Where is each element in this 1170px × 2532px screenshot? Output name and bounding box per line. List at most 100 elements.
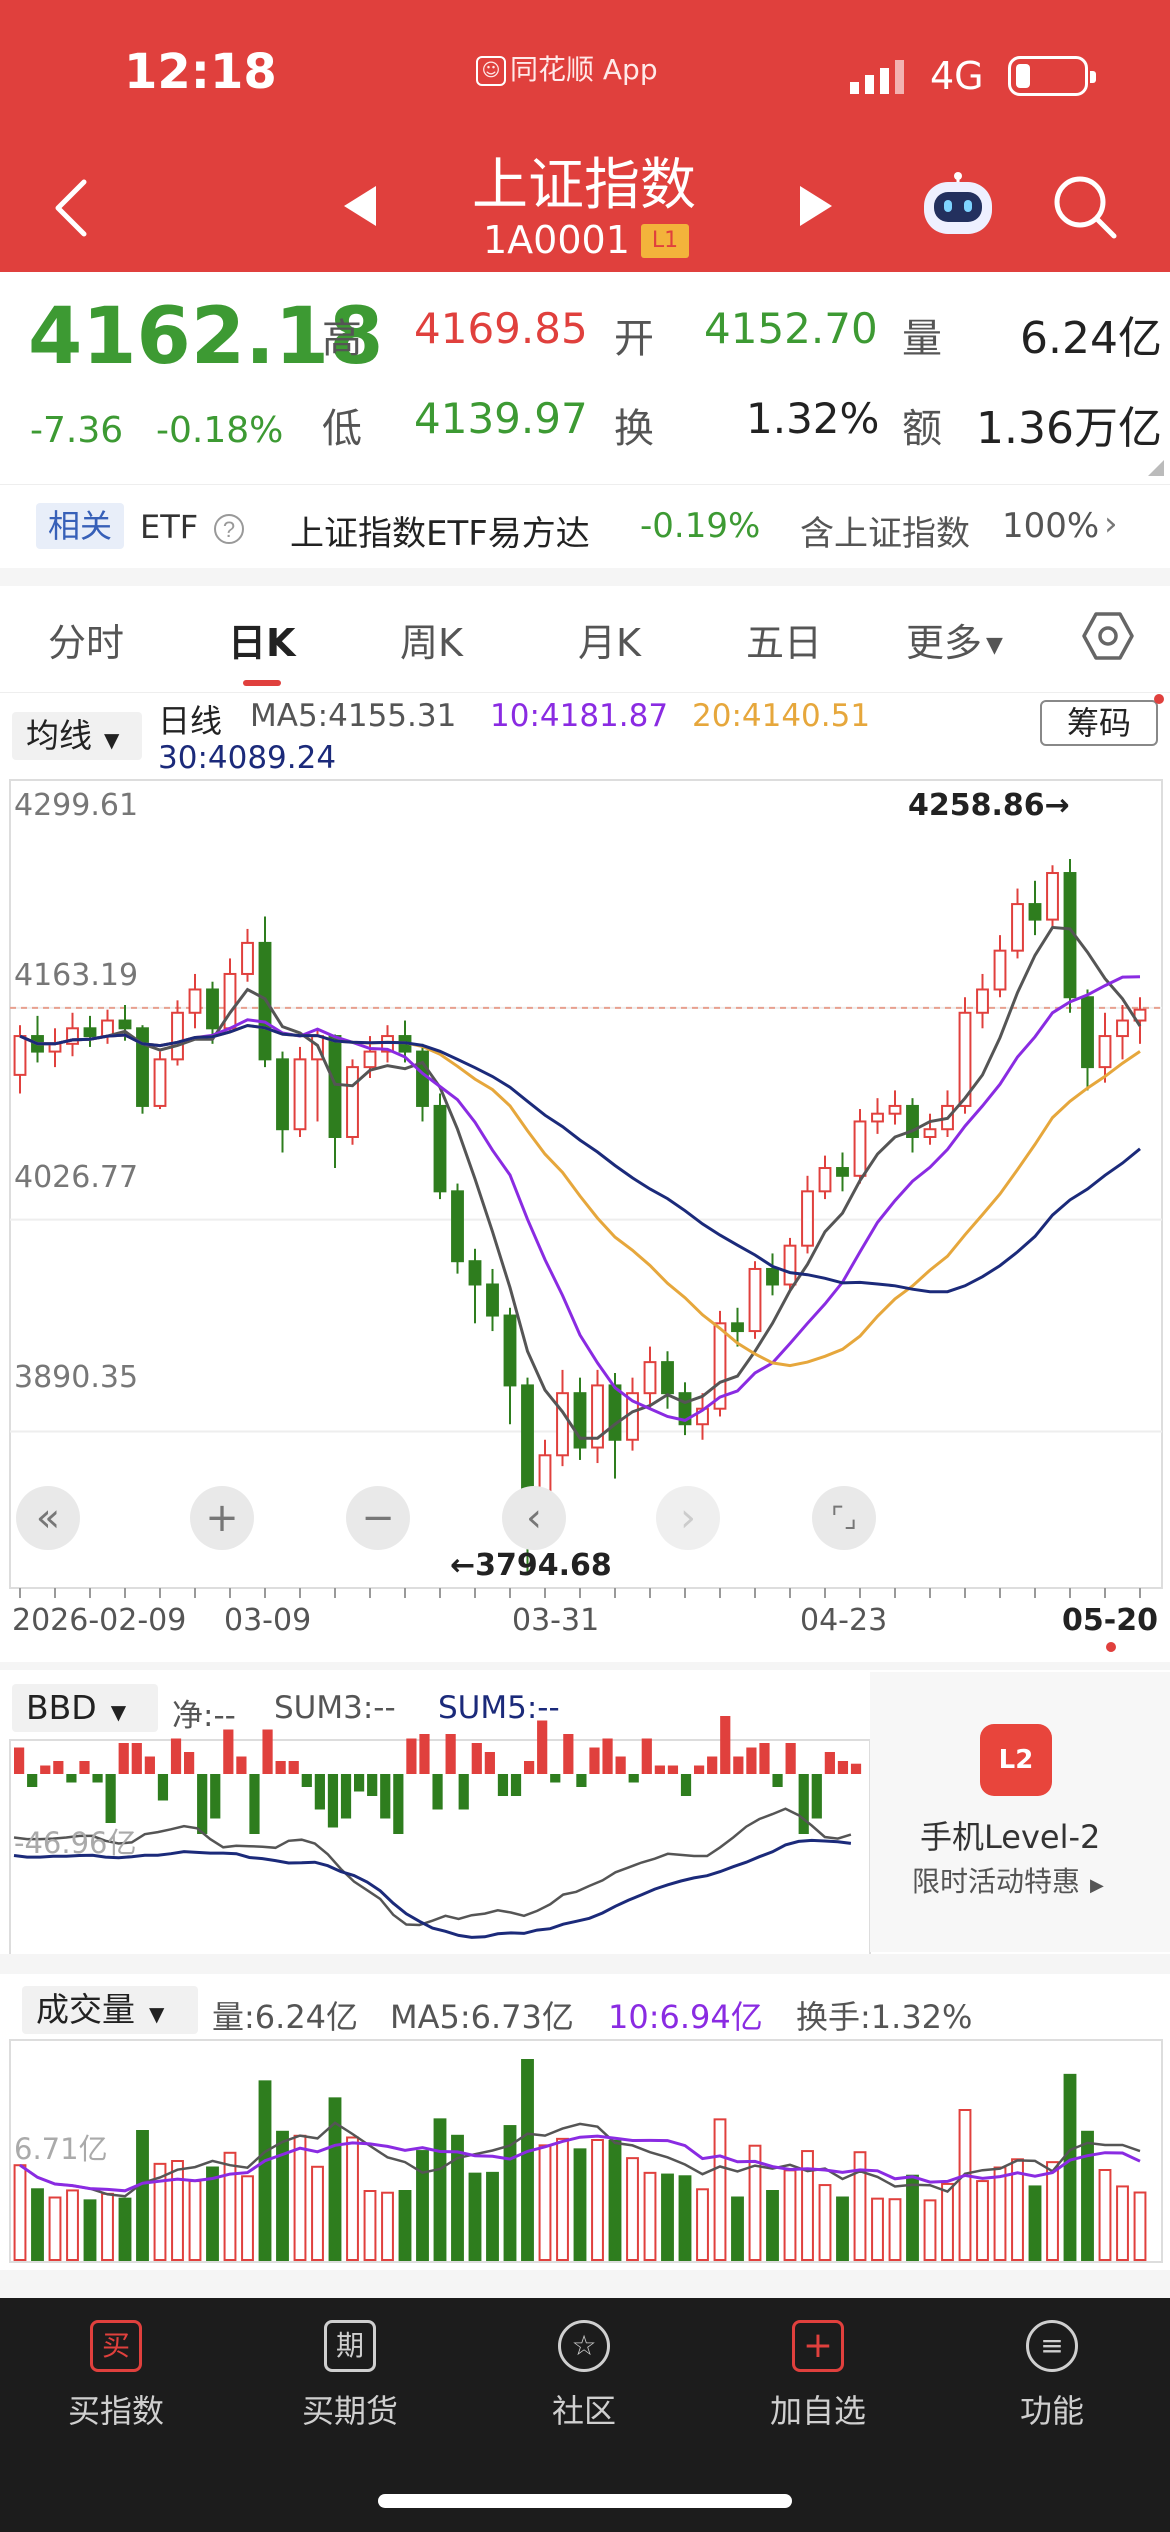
tabs-bottom-border xyxy=(0,692,1170,693)
related-tag: 相关 xyxy=(36,503,124,549)
bbd-bar-up xyxy=(40,1765,51,1774)
bbd-bar-up xyxy=(406,1738,417,1774)
scroll-right-button[interactable]: › xyxy=(656,1486,720,1550)
volume-bar-up xyxy=(818,2184,832,2261)
volume-bar-up xyxy=(188,2180,202,2261)
bbd-bar-down xyxy=(772,1774,783,1787)
volume-select[interactable]: 成交量 ▼ xyxy=(22,1986,198,2034)
chevron-right-icon[interactable]: › xyxy=(1104,504,1118,544)
candlestick-chart[interactable] xyxy=(0,779,1170,1600)
bbd-select[interactable]: BBD ▼ xyxy=(12,1684,158,1732)
candle-down xyxy=(468,1260,482,1286)
bbd-bar-down xyxy=(314,1774,325,1810)
scroll-left-button[interactable]: ‹ xyxy=(502,1486,566,1550)
page-title: 上证指数 xyxy=(472,153,696,218)
candle-up xyxy=(153,1058,167,1107)
indicator-select[interactable]: 均线 ▼ xyxy=(12,712,142,760)
bbd-bar-down xyxy=(510,1774,522,1796)
nav-label: 社区 xyxy=(551,2392,616,2430)
price-change: -7.36 xyxy=(30,410,124,451)
level2-subtitle-text: 限时活动特惠 xyxy=(912,1865,1081,1898)
app-header: 12:18 ☺ 同花顺 App 4G 上证指数 1A0001 L1 xyxy=(0,0,1170,272)
candle-up xyxy=(818,1167,832,1193)
bbd-bar-up xyxy=(445,1734,456,1774)
settings-icon[interactable] xyxy=(1082,610,1134,662)
caret-down-icon: ▼ xyxy=(149,2002,165,2026)
x-axis-label: 04-23 xyxy=(800,1603,888,1638)
next-stock-icon[interactable] xyxy=(800,186,832,226)
volume-value-label: 量:6.24亿 xyxy=(212,1998,359,2036)
futures-icon: 期 xyxy=(324,2320,376,2372)
prev-stock-icon[interactable] xyxy=(344,186,376,226)
nav-label: 买指数 xyxy=(67,2392,164,2430)
bbd-bar-up xyxy=(746,1747,757,1774)
nav-functions[interactable]: ≡ 功能 xyxy=(962,2320,1142,2440)
etf-label: ETF xyxy=(140,508,199,546)
amount-value: 1.36万亿 xyxy=(976,403,1162,454)
bbd-bar-down xyxy=(301,1774,312,1787)
fullscreen-button[interactable]: ⌜⌟ xyxy=(812,1486,876,1550)
volume-axis-label: 6.71亿 xyxy=(14,2132,108,2166)
bbd-bar-up xyxy=(824,1752,835,1774)
tab-more[interactable]: 更多 ▼ xyxy=(906,612,1003,667)
network-type: 4G xyxy=(930,54,984,98)
candle-up xyxy=(801,1190,814,1247)
bbd-bar-up xyxy=(471,1743,482,1774)
back-icon[interactable] xyxy=(52,178,92,238)
zoom-in-button[interactable]: + xyxy=(190,1486,254,1550)
candle-up xyxy=(888,1104,902,1115)
nav-buy-futures[interactable]: 期 买期货 xyxy=(260,2320,440,2440)
bbd-bar-up xyxy=(615,1756,626,1774)
low-value: 4139.97 xyxy=(414,394,588,443)
robot-assistant-icon[interactable] xyxy=(920,172,996,238)
chip-distribution-button[interactable]: 筹码 xyxy=(1040,700,1158,746)
expand-corner-icon[interactable] xyxy=(1148,460,1164,476)
tab-monthly-k[interactable]: 月K xyxy=(578,612,641,667)
etf-name[interactable]: 上证指数ETF易方达 xyxy=(290,506,590,555)
price-change-pct: -0.18% xyxy=(156,410,284,451)
bbd-bar-up xyxy=(275,1761,286,1774)
bbd-bar-down xyxy=(811,1774,822,1819)
low-label: 低 xyxy=(322,406,362,452)
ma30-line xyxy=(19,1023,1141,1294)
volume-bar-up xyxy=(293,2134,307,2261)
volume-chart[interactable] xyxy=(0,2039,1170,2263)
high-marker: 4258.86→ xyxy=(908,788,1070,823)
nav-buy-index[interactable]: 买 买指数 xyxy=(26,2320,206,2440)
nav-add-watchlist[interactable]: + 加自选 xyxy=(728,2320,908,2440)
turnover-value: 1.32% xyxy=(746,394,880,443)
volume-bar-up xyxy=(13,2164,27,2261)
help-icon[interactable]: ? xyxy=(212,512,246,546)
volume-bar-down xyxy=(678,2175,692,2262)
y-axis-label: 4299.61 xyxy=(14,788,139,823)
ma30-value: 30:4089.24 xyxy=(158,740,337,776)
volume-bar-down xyxy=(398,2190,412,2261)
bbd-bar-down xyxy=(628,1774,639,1783)
tab-daily-k[interactable]: 日K xyxy=(228,612,295,667)
volume-bar-down xyxy=(1081,2130,1094,2261)
bottom-panel-gap xyxy=(0,2270,1170,2298)
bbd-bar-down xyxy=(354,1774,365,1792)
level2-promo[interactable]: L2 手机Level-2 限时活动特惠 ▶ xyxy=(870,1672,1170,1952)
candle-down xyxy=(486,1283,499,1317)
volume-bar-up xyxy=(48,2196,62,2261)
tab-five-day[interactable]: 五日 xyxy=(746,612,822,667)
candle-down xyxy=(661,1361,674,1395)
level2-subtitle: 限时活动特惠 ▶ xyxy=(912,1860,1104,1900)
candle-up xyxy=(1011,903,1024,952)
search-icon[interactable] xyxy=(1052,174,1118,240)
tab-intraday[interactable]: 分时 xyxy=(48,612,124,667)
rewind-button[interactable]: « xyxy=(16,1486,80,1550)
nav-community[interactable]: ☆ 社区 xyxy=(494,2320,674,2440)
volume-bar-up xyxy=(626,2157,639,2261)
battery-icon xyxy=(1008,56,1096,96)
tab-weekly-k[interactable]: 周K xyxy=(400,612,463,667)
chart-frame xyxy=(9,779,1163,1589)
volume-bar-down xyxy=(608,2139,622,2261)
zoom-out-button[interactable]: − xyxy=(346,1486,410,1550)
y-axis-label: 3890.35 xyxy=(14,1360,139,1395)
bbd-bar-up xyxy=(563,1734,574,1774)
bbd-bar-up xyxy=(667,1765,679,1774)
candle-up xyxy=(853,1120,867,1177)
open-value: 4152.70 xyxy=(704,304,878,353)
